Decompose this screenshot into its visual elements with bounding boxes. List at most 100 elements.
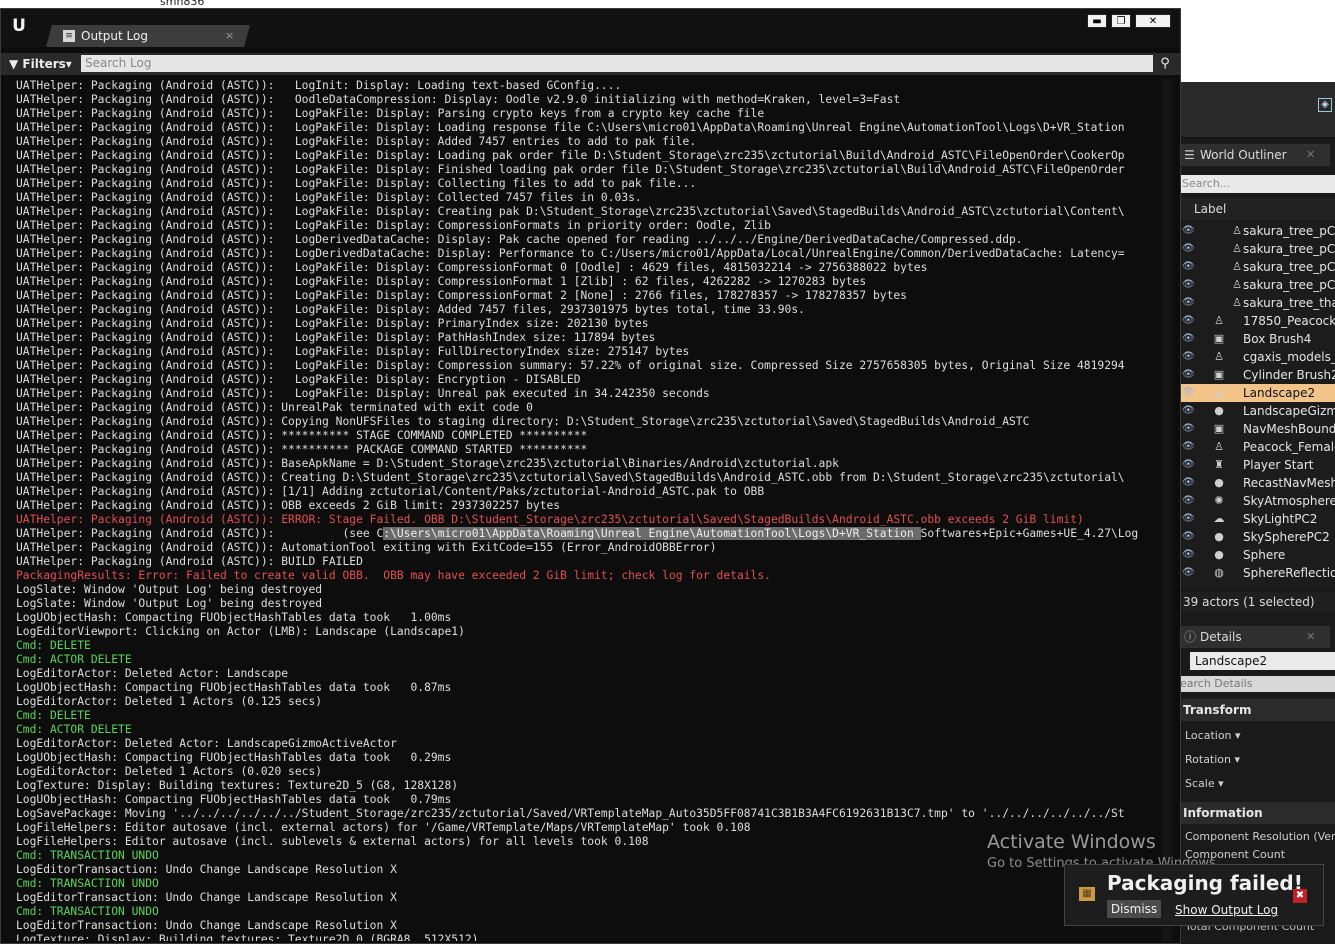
outliner-row[interactable]: 👁︎ ✺ SkyAtmosphere	[1180, 492, 1335, 510]
visibility-eye-icon[interactable]: 👁︎	[1182, 276, 1195, 294]
actor-name-field[interactable]: Landscape2	[1190, 652, 1335, 670]
outliner-row[interactable]: 👁︎ ☁ SkyLightPC2	[1180, 510, 1335, 528]
details-icon: ⓘ	[1184, 630, 1197, 644]
outliner-row[interactable]: 👁︎ ♙ sakura_tree_tha	[1180, 294, 1335, 312]
visibility-eye-icon[interactable]: 👁︎	[1182, 258, 1195, 276]
close-icon[interactable]: ✕	[1306, 626, 1315, 648]
visibility-eye-icon[interactable]: 👁︎	[1182, 564, 1195, 582]
output-log-window: U ≡ Output Log × ▬ ❐ ✕ ▼ Filters▾ Search …	[0, 8, 1181, 944]
visibility-eye-icon[interactable]: 👁︎	[1182, 402, 1195, 420]
log-line: LogUObjectHash: Compacting FUObjectHashT…	[16, 751, 452, 764]
log-toolbar: ▼ Filters▾ Search Log ⚲	[1, 53, 1180, 75]
actor-icon: ♙	[1232, 296, 1242, 309]
visibility-eye-icon[interactable]: 👁︎	[1182, 366, 1195, 384]
visibility-eye-icon[interactable]: 👁︎	[1182, 312, 1195, 330]
maximize-button[interactable]: ❐	[1111, 14, 1131, 28]
visibility-eye-icon[interactable]: 👁︎	[1182, 420, 1195, 438]
outliner-row[interactable]: 👁︎ ♜ Player Start	[1180, 456, 1335, 474]
outliner-row[interactable]: 👁︎ ▣ Cylinder Brush2	[1180, 366, 1335, 384]
tab-world-outliner[interactable]: ☰ World Outliner ✕	[1180, 144, 1330, 166]
outliner-row[interactable]: 👁︎ ▣ Box Brush4	[1180, 330, 1335, 348]
visibility-eye-icon[interactable]: 👁︎	[1182, 330, 1195, 348]
visibility-eye-icon[interactable]: 👁︎	[1182, 492, 1195, 510]
outliner-row[interactable]: 👁︎ ◭ Landscape2	[1180, 384, 1335, 402]
visibility-eye-icon[interactable]: 👁︎	[1182, 348, 1195, 366]
outliner-row[interactable]: 👁︎ ♙ 17850_Peacock_	[1180, 312, 1335, 330]
visibility-eye-icon[interactable]: 👁︎	[1182, 222, 1195, 240]
log-line: PackagingResults: Error: Failed to creat…	[16, 569, 771, 582]
outliner-row[interactable]: 👁︎ ♙ Peacock_Female_	[1180, 438, 1335, 456]
outliner-row[interactable]: 👁︎ ▣ NavMeshBounds	[1180, 420, 1335, 438]
dismiss-button[interactable]: Dismiss	[1107, 900, 1161, 918]
log-line: UATHelper: Packaging (Android (ASTC)): L…	[16, 107, 765, 120]
location-property[interactable]: Location ▾	[1180, 727, 1335, 745]
log-line: UATHelper: Packaging (Android (ASTC)): L…	[16, 205, 1125, 218]
outliner-row[interactable]: 👁︎ ◍ SphereReflection	[1180, 564, 1335, 582]
actor-icon: ◭	[1214, 386, 1224, 399]
outliner-row-label: Sphere	[1243, 548, 1286, 562]
visibility-eye-icon[interactable]: 👁︎	[1182, 384, 1195, 402]
visibility-eye-icon[interactable]: 👁︎	[1182, 474, 1195, 492]
actor-icon: ▣	[1213, 422, 1225, 435]
details-search-input[interactable]: earch Details	[1180, 676, 1335, 692]
transform-section[interactable]: Transform	[1180, 699, 1335, 721]
window-titlebar[interactable]: U ≡ Output Log × ▬ ❐ ✕	[1, 9, 1180, 47]
log-line: UATHelper: Packaging (Android (ASTC)): L…	[16, 387, 710, 400]
information-section[interactable]: Information	[1180, 802, 1335, 824]
outliner-row-label: SkySpherePC2	[1243, 530, 1330, 544]
tab-details[interactable]: ⓘ Details ✕	[1180, 626, 1330, 648]
visibility-eye-icon[interactable]: 👁︎	[1182, 510, 1195, 528]
log-line: Cmd: DELETE	[16, 709, 91, 722]
outliner-row-label: LandscapeGizmo	[1243, 404, 1335, 418]
tab-output-log[interactable]: ≡ Output Log ×	[57, 25, 247, 47]
search-icon[interactable]: ⚲	[1157, 56, 1173, 72]
close-button[interactable]: ✕	[1135, 14, 1171, 28]
close-icon[interactable]: ✕	[1306, 144, 1315, 166]
close-icon[interactable]: ×	[225, 25, 234, 47]
log-line: Cmd: TRANSACTION UNDO	[16, 905, 159, 918]
visibility-eye-icon[interactable]: 👁︎	[1182, 438, 1195, 456]
visibility-eye-icon[interactable]: 👁︎	[1182, 528, 1195, 546]
outliner-row[interactable]: 👁︎ ● SkySpherePC2	[1180, 528, 1335, 546]
activate-windows-title: Activate Windows	[987, 831, 1156, 853]
visibility-eye-icon[interactable]: 👁︎	[1182, 456, 1195, 474]
visibility-eye-icon[interactable]: 👁︎	[1182, 546, 1195, 564]
outliner-row-label: Cylinder Brush2	[1243, 368, 1335, 382]
log-line: LogTexture: Display: Building textures: …	[16, 779, 459, 792]
log-line: UATHelper: Packaging (Android (ASTC)): L…	[16, 233, 1023, 246]
outliner-column-header[interactable]: Label	[1180, 198, 1335, 220]
log-line: UATHelper: Packaging (Android (ASTC)): […	[16, 485, 765, 498]
outliner-row-label: 17850_Peacock_	[1243, 314, 1335, 328]
outliner-row[interactable]: 👁︎ ♙ sakura_tree_pC	[1180, 276, 1335, 294]
view-options-icon[interactable]: ◈	[1318, 98, 1332, 112]
log-icon: ≡	[63, 30, 75, 42]
log-line: LogSavePackage: Moving '../../../../../.…	[16, 807, 1125, 820]
scrollbar[interactable]	[1162, 79, 1172, 941]
rotation-property[interactable]: Rotation ▾	[1180, 751, 1335, 769]
actor-icon: ✺	[1214, 494, 1224, 507]
log-line: UATHelper: Packaging (Android (ASTC)): L…	[16, 275, 867, 288]
log-output[interactable]: UATHelper: Packaging (Android (ASTC)): L…	[7, 79, 1162, 941]
outliner-row[interactable]: 👁︎ ♙ sakura_tree_pC	[1180, 258, 1335, 276]
log-line: UATHelper: Packaging (Android (ASTC)): B…	[16, 555, 363, 568]
log-line: UATHelper: Packaging (Android (ASTC)): L…	[16, 79, 622, 92]
outliner-search-input[interactable]: Search...	[1180, 175, 1335, 193]
log-line: UATHelper: Packaging (Android (ASTC)): C…	[16, 415, 1030, 428]
outliner-row[interactable]: 👁︎ ● LandscapeGizmo	[1180, 402, 1335, 420]
actor-icon: ♙	[1232, 242, 1242, 255]
details-title: Details	[1200, 630, 1242, 644]
log-line: LogEditorActor: Deleted Actor: Landscape…	[16, 737, 397, 750]
visibility-eye-icon[interactable]: 👁︎	[1182, 294, 1195, 312]
show-output-log-link[interactable]: Show Output Log	[1175, 903, 1278, 917]
outliner-row[interactable]: 👁︎ ♙ cgaxis_models_1	[1180, 348, 1335, 366]
outliner-row[interactable]: 👁︎ ♙ sakura_tree_pC	[1180, 222, 1335, 240]
outliner-row[interactable]: 👁︎ ♙ sakura_tree_pC	[1180, 240, 1335, 258]
minimize-button[interactable]: ▬	[1087, 14, 1107, 28]
scale-property[interactable]: Scale ▾	[1180, 775, 1335, 793]
visibility-eye-icon[interactable]: 👁︎	[1182, 240, 1195, 258]
search-log-input[interactable]: Search Log	[81, 55, 1153, 72]
filters-button[interactable]: ▼ Filters▾	[9, 56, 72, 72]
label-column: Label	[1194, 202, 1227, 216]
outliner-row[interactable]: 👁︎ ● RecastNavMesh-	[1180, 474, 1335, 492]
outliner-row[interactable]: 👁︎ ● Sphere	[1180, 546, 1335, 564]
